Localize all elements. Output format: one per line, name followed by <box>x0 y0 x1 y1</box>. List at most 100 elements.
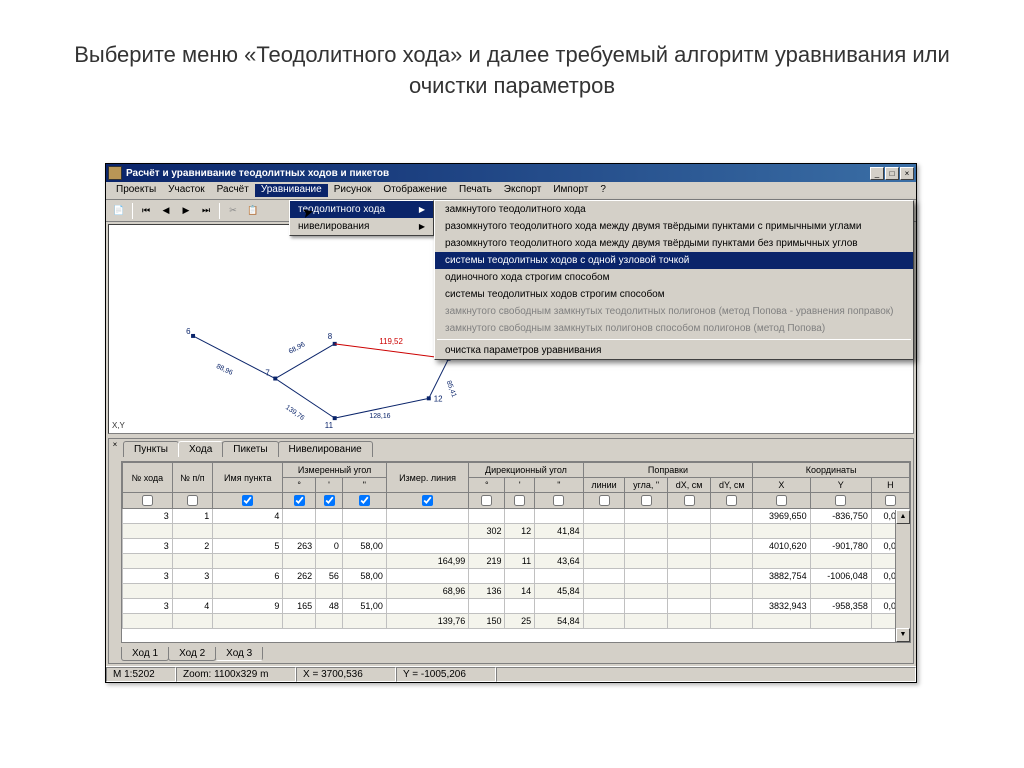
tab-pickets[interactable]: Пикеты <box>222 441 278 457</box>
col-dsec[interactable]: " <box>535 478 584 493</box>
cell[interactable] <box>810 554 871 569</box>
cell[interactable] <box>213 584 283 599</box>
tab-hod-2[interactable]: Ход 2 <box>168 647 216 661</box>
cell[interactable] <box>172 524 212 539</box>
cell[interactable] <box>667 569 710 584</box>
menu-display[interactable]: Отображение <box>377 184 453 197</box>
close-button[interactable]: × <box>900 167 914 180</box>
chk-pp[interactable] <box>187 495 198 506</box>
tab-traverses[interactable]: Хода <box>178 441 223 457</box>
table-row[interactable]: 68,961361445,84 <box>123 584 910 599</box>
col-sec[interactable]: " <box>342 478 386 493</box>
cell[interactable]: 14 <box>505 584 535 599</box>
col-dmin[interactable]: ' <box>505 478 535 493</box>
opt-clear-params[interactable]: очистка параметров уравнивания <box>435 342 913 359</box>
cell[interactable] <box>667 614 710 629</box>
cell[interactable] <box>583 509 625 524</box>
col-pline[interactable]: линии <box>583 478 625 493</box>
cell[interactable]: 58,00 <box>342 539 386 554</box>
toolbar-prev-icon[interactable]: ◀ <box>157 202 175 220</box>
cell[interactable] <box>535 509 584 524</box>
cell[interactable] <box>583 539 625 554</box>
cell[interactable]: 3 <box>172 569 212 584</box>
toolbar-new-icon[interactable]: 📄 <box>110 202 128 220</box>
cell[interactable] <box>123 524 173 539</box>
tab-leveling[interactable]: Нивелирование <box>278 441 373 457</box>
chk-name[interactable] <box>242 495 253 506</box>
cell[interactable] <box>283 584 316 599</box>
toolbar-cut-icon[interactable]: ✂ <box>224 202 242 220</box>
cell[interactable] <box>711 554 753 569</box>
chk-deg[interactable] <box>294 495 305 506</box>
col-dx[interactable]: dX, см <box>667 478 710 493</box>
cell[interactable] <box>505 569 535 584</box>
cell[interactable] <box>711 614 753 629</box>
cell[interactable]: 164,99 <box>386 554 468 569</box>
cell[interactable]: 263 <box>283 539 316 554</box>
menu-adjustment[interactable]: Уравнивание <box>255 184 328 197</box>
cell[interactable] <box>469 539 505 554</box>
cell[interactable] <box>810 614 871 629</box>
cell[interactable] <box>386 569 468 584</box>
cell[interactable] <box>625 614 668 629</box>
scroll-down-icon[interactable]: ▼ <box>896 628 910 642</box>
cell[interactable] <box>625 539 668 554</box>
cell[interactable]: 2 <box>172 539 212 554</box>
chk-min[interactable] <box>324 495 335 506</box>
opt-system-one-node[interactable]: системы теодолитных ходов с одной узлово… <box>435 252 913 269</box>
cell[interactable]: 3882,754 <box>753 569 810 584</box>
cell[interactable]: 3 <box>123 569 173 584</box>
cell[interactable]: 12 <box>505 524 535 539</box>
chk-pangle[interactable] <box>641 495 652 506</box>
cell[interactable] <box>711 569 753 584</box>
menu-help[interactable]: ? <box>594 184 612 197</box>
titlebar[interactable]: Расчёт и уравнивание теодолитных ходов и… <box>106 164 916 182</box>
cell[interactable]: 1 <box>172 509 212 524</box>
cell[interactable] <box>283 614 316 629</box>
menu-projects[interactable]: Проекты <box>110 184 162 197</box>
cell[interactable] <box>810 524 871 539</box>
cell[interactable] <box>213 614 283 629</box>
cell[interactable] <box>342 524 386 539</box>
cell[interactable] <box>172 554 212 569</box>
tab-hod-3[interactable]: Ход 3 <box>215 647 263 661</box>
col-corrections[interactable]: Поправки <box>583 463 753 478</box>
col-ddeg[interactable]: ° <box>469 478 505 493</box>
table-row[interactable]: 3021241,84 <box>123 524 910 539</box>
submenu-traverse[interactable]: теодолитного хода ▶ <box>290 201 433 218</box>
tab-hod-1[interactable]: Ход 1 <box>121 647 169 661</box>
cell[interactable] <box>625 509 668 524</box>
col-coords[interactable]: Координаты <box>753 463 910 478</box>
cell[interactable] <box>753 524 810 539</box>
cell[interactable] <box>583 614 625 629</box>
table-row[interactable]: 325263058,004010,620-901,7800,000 <box>123 539 910 554</box>
col-n-hoda[interactable]: № хода <box>123 463 173 493</box>
cell[interactable]: 4010,620 <box>753 539 810 554</box>
cell[interactable] <box>535 539 584 554</box>
cell[interactable] <box>342 509 386 524</box>
cell[interactable] <box>123 554 173 569</box>
cell[interactable]: 3969,650 <box>753 509 810 524</box>
col-line[interactable]: Измер. линия <box>386 463 468 493</box>
cell[interactable]: 41,84 <box>535 524 584 539</box>
cell[interactable]: 219 <box>469 554 505 569</box>
col-pangle[interactable]: угла, " <box>625 478 668 493</box>
cell[interactable] <box>535 569 584 584</box>
menu-import[interactable]: Импорт <box>547 184 594 197</box>
col-y[interactable]: Y <box>810 478 871 493</box>
toolbar-last-icon[interactable]: ⏭ <box>197 202 215 220</box>
col-h[interactable]: H <box>871 478 909 493</box>
cell[interactable]: 6 <box>213 569 283 584</box>
cell[interactable] <box>342 584 386 599</box>
cell[interactable] <box>469 509 505 524</box>
opt-closed-traverse[interactable]: замкнутого теодолитного хода <box>435 201 913 218</box>
cell[interactable] <box>583 584 625 599</box>
opt-open-with-angles[interactable]: разомкнутого теодолитного хода между дву… <box>435 218 913 235</box>
cell[interactable]: -901,780 <box>810 539 871 554</box>
opt-single-strict[interactable]: одиночного хода строгим способом <box>435 269 913 286</box>
cell[interactable] <box>667 599 710 614</box>
chk-pline[interactable] <box>599 495 610 506</box>
chk-dsec[interactable] <box>553 495 564 506</box>
cell[interactable]: 165 <box>283 599 316 614</box>
cell[interactable]: 3 <box>123 509 173 524</box>
